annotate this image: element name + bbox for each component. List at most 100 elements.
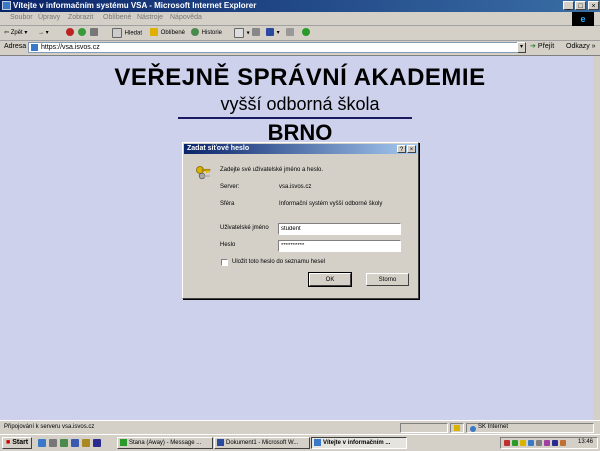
ie-icon [314, 439, 321, 446]
ok-button[interactable]: OK [309, 273, 351, 286]
messenger-icon [120, 439, 127, 446]
ie-throbber-logo-icon: e [572, 12, 594, 26]
address-label: Adresa [4, 43, 27, 50]
back-label: Zpět [10, 30, 23, 36]
window-title: Vítejte v informačním systému VSA - Micr… [13, 1, 257, 10]
tray-icon-8[interactable] [560, 440, 566, 446]
task-internet-explorer[interactable]: Vítejte v informačním ... [311, 437, 407, 449]
task-messenger[interactable]: Stana (Away) - Message ... [117, 437, 213, 449]
tray-icon-5[interactable] [536, 440, 542, 446]
close-button[interactable]: × [588, 1, 599, 10]
realm-label: Sféra [220, 201, 235, 207]
page-vertical-scrollbar[interactable] [593, 56, 600, 420]
task-label: Vítejte v informačním ... [323, 440, 391, 446]
word-edit-icon [266, 28, 274, 37]
page-heading-academy: VEŘEJNĚ SPRÁVNÍ AKADEMIE [114, 64, 486, 91]
password-input[interactable] [278, 240, 401, 252]
quicklaunch-word-icon[interactable] [71, 439, 79, 447]
status-bar: Připojování k serveru vsa.isvos.cz SK In… [0, 420, 600, 435]
clock[interactable]: 13:46 [578, 439, 593, 445]
lock-icon [454, 425, 460, 431]
start-button[interactable]: ■ Start [2, 437, 32, 449]
history-button[interactable]: Historie [191, 28, 222, 38]
menu-zobrazit[interactable]: Zobrazit [68, 14, 93, 21]
taskbar: ■ Start Stana (Away) - Message ... Dokum… [0, 434, 600, 451]
discuss-button[interactable] [286, 28, 295, 38]
tray-icon-4[interactable] [528, 440, 534, 446]
address-url: https://vsa.isvos.cz [41, 44, 100, 51]
tray-icon-1[interactable] [504, 440, 510, 446]
home-button[interactable] [90, 28, 99, 38]
quicklaunch-media-icon[interactable] [93, 439, 101, 447]
refresh-button[interactable] [78, 28, 87, 38]
tray-icon-3[interactable] [520, 440, 526, 446]
favorites-button[interactable]: Oblíbené [150, 28, 185, 38]
address-bar: Adresa https://vsa.isvos.cz ▾ ➔ Přejít O… [0, 41, 600, 56]
stop-button[interactable] [66, 28, 75, 38]
status-text: Připojování k serveru vsa.isvos.cz [4, 424, 95, 430]
menu-napoveda[interactable]: Nápověda [170, 14, 202, 21]
realm-value: Informační systém vyšší odborné školy [279, 201, 383, 207]
print-icon [252, 28, 260, 37]
go-button[interactable]: ➔ Přejít [530, 42, 554, 50]
favorites-label: Oblíbené [160, 30, 186, 36]
search-button[interactable]: Hledat [112, 28, 142, 38]
go-label: Přejít [537, 43, 555, 50]
heading-divider [178, 117, 412, 119]
address-input[interactable]: https://vsa.isvos.cz [28, 42, 525, 53]
tray-icon-2[interactable] [512, 440, 518, 446]
menu-soubor[interactable]: Soubor [10, 14, 33, 21]
standard-toolbar: ⇦ Zpět ▾ → ▾ Hledat Oblíbené Historie ▾ … [0, 26, 600, 41]
minimize-button[interactable]: _ [563, 1, 574, 10]
task-word[interactable]: Dokument1 - Microsoft W... [214, 437, 310, 449]
address-dropdown-button[interactable]: ▾ [517, 42, 526, 53]
system-tray: 13:46 [500, 437, 598, 449]
favorites-star-icon [150, 28, 158, 37]
menu-nastroje[interactable]: Nástroje [137, 14, 163, 21]
word-icon [217, 439, 224, 446]
messenger-button[interactable] [302, 28, 311, 38]
server-label: Server: [220, 184, 240, 190]
mail-button[interactable]: ▾ [234, 28, 250, 38]
links-button[interactable]: Odkazy » [566, 43, 596, 50]
dialog-prompt: Zadejte své uživatelské jméno a heslo. [220, 167, 324, 173]
history-label: Historie [201, 30, 223, 36]
quicklaunch-ie-icon[interactable] [38, 439, 46, 447]
tray-icon-6[interactable] [544, 440, 550, 446]
maximize-button[interactable]: □ [575, 1, 586, 10]
back-arrow-icon: ⇦ [4, 30, 10, 36]
windows-logo-icon: ■ [6, 439, 11, 446]
print-button[interactable] [252, 28, 261, 38]
dialog-title: Zadat síťové heslo [187, 145, 250, 152]
menu-oblibene[interactable]: Oblíbené [103, 14, 131, 21]
username-input[interactable] [278, 223, 401, 235]
ie-window-icon[interactable] [2, 1, 11, 10]
tray-icon-7[interactable] [552, 440, 558, 446]
remember-password-label[interactable]: Uložit toto heslo do seznamu hesel [232, 259, 325, 265]
stop-icon [66, 28, 74, 37]
cancel-button[interactable]: Storno [366, 273, 409, 286]
task-label: Dokument1 - Microsoft W... [226, 440, 299, 446]
username-label: Uživatelské jméno [220, 225, 269, 231]
status-progress-panel [400, 423, 448, 433]
home-icon [90, 28, 98, 37]
dialog-help-button[interactable]: ? [397, 145, 406, 153]
menu-upravy[interactable]: Úpravy [38, 14, 60, 21]
network-password-dialog: Zadat síťové heslo ? × Zadejte své uživa… [182, 142, 419, 299]
quicklaunch-desktop-icon[interactable] [49, 439, 57, 447]
edit-button[interactable]: ▾ [266, 28, 280, 38]
forward-arrow-icon: → [38, 30, 44, 36]
mail-icon [234, 28, 244, 38]
forward-button[interactable]: → ▾ [38, 28, 49, 38]
search-label: Hledat [124, 30, 143, 37]
task-label: Stana (Away) - Message ... [129, 440, 202, 446]
remember-password-checkbox[interactable] [221, 259, 228, 266]
back-button[interactable]: ⇦ Zpět ▾ [4, 28, 27, 38]
start-label: Start [12, 439, 29, 446]
window-title-bar[interactable]: Vítejte v informačním systému VSA - Micr… [0, 0, 600, 12]
dialog-close-button[interactable]: × [407, 145, 416, 153]
quicklaunch-outlook-icon[interactable] [60, 439, 68, 447]
server-value: vsa.isvos.cz [279, 184, 312, 190]
quicklaunch-app-icon[interactable] [82, 439, 90, 447]
dialog-title-bar[interactable]: Zadat síťové heslo ? × [184, 144, 417, 154]
